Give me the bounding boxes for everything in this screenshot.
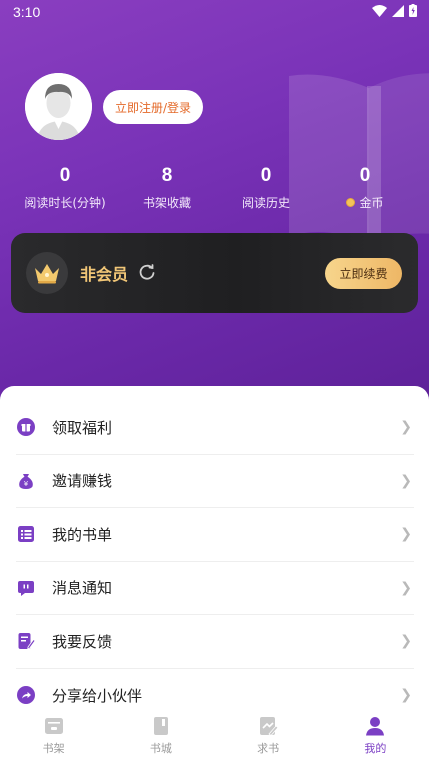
chevron-right-icon: ❯ bbox=[400, 526, 412, 543]
default-avatar-icon bbox=[25, 73, 92, 140]
tab-label: 书架 bbox=[42, 742, 65, 755]
battery-icon bbox=[409, 4, 417, 17]
menu-item-invite[interactable]: ¥ 邀请赚钱 ❯ bbox=[16, 455, 414, 508]
list-icon bbox=[16, 524, 36, 544]
crown-icon bbox=[26, 252, 68, 294]
tab-label: 我的 bbox=[364, 742, 387, 755]
signal-icon bbox=[392, 4, 404, 17]
tab-mine[interactable]: 我的 bbox=[322, 708, 429, 764]
chevron-right-icon: ❯ bbox=[400, 472, 412, 489]
menu-item-welfare[interactable]: 领取福利 ❯ bbox=[16, 401, 414, 455]
stat-reading-history[interactable]: 0 阅读历史 bbox=[211, 163, 321, 211]
book-icon bbox=[153, 717, 168, 735]
menu-label: 分享给小伙伴 bbox=[52, 686, 143, 705]
money-bag-icon: ¥ bbox=[16, 471, 36, 491]
stat-bookshelf[interactable]: 8 书架收藏 bbox=[112, 163, 222, 211]
stat-value: 0 bbox=[260, 165, 272, 186]
login-register-button[interactable]: 立即注册/登录 bbox=[103, 90, 203, 124]
coin-icon bbox=[346, 198, 356, 207]
stat-reading-time[interactable]: 0 阅读时长(分钟) bbox=[10, 163, 120, 211]
menu-item-notifications[interactable]: 消息通知 ❯ bbox=[16, 562, 414, 615]
feedback-icon bbox=[16, 631, 36, 651]
menu-item-feedback[interactable]: 我要反馈 ❯ bbox=[16, 615, 414, 669]
menu-label: 领取福利 bbox=[52, 418, 113, 437]
tab-request-book[interactable]: 求书 bbox=[215, 708, 322, 764]
stat-value: 0 bbox=[59, 165, 71, 186]
menu-label: 我要反馈 bbox=[52, 632, 113, 651]
svg-text:¥: ¥ bbox=[24, 480, 29, 488]
gift-icon bbox=[16, 417, 36, 437]
user-icon bbox=[366, 717, 385, 736]
menu-label: 消息通知 bbox=[52, 579, 113, 598]
menu-label: 邀请赚钱 bbox=[52, 472, 113, 491]
tab-bookshelf[interactable]: 书架 bbox=[0, 708, 107, 764]
tab-label: 求书 bbox=[257, 742, 280, 755]
bookshelf-icon bbox=[44, 718, 63, 734]
stat-value: 0 bbox=[359, 165, 371, 186]
bottom-tab-bar: 书架 书城 求书 我的 bbox=[0, 708, 429, 764]
chevron-right-icon: ❯ bbox=[400, 633, 412, 650]
request-book-icon bbox=[260, 717, 279, 736]
profile-header: 3:10 立即注册/登录 0 阅读时长(分钟) 8 书架收藏 0 阅读历史 0 … bbox=[0, 0, 429, 400]
renew-vip-button[interactable]: 立即续费 bbox=[325, 258, 402, 289]
vip-status-label: 非会员 bbox=[80, 265, 129, 284]
stats-row: 0 阅读时长(分钟) 8 书架收藏 0 阅读历史 0 金币 bbox=[0, 163, 429, 213]
stat-label: 阅读时长(分钟) bbox=[24, 196, 106, 210]
open-book-decoration bbox=[289, 73, 429, 242]
wifi-icon bbox=[372, 4, 387, 17]
tab-label: 书城 bbox=[149, 742, 172, 755]
stat-label: 金币 bbox=[359, 196, 384, 210]
refresh-icon[interactable] bbox=[138, 263, 156, 281]
stat-label: 书架收藏 bbox=[142, 196, 191, 210]
tab-bookstore[interactable]: 书城 bbox=[107, 708, 214, 764]
status-bar: 3:10 bbox=[0, 0, 429, 24]
stat-coins[interactable]: 0 金币 bbox=[310, 163, 420, 211]
message-icon bbox=[16, 578, 36, 598]
chevron-right-icon: ❯ bbox=[400, 579, 412, 596]
stat-value: 8 bbox=[161, 165, 173, 186]
avatar[interactable] bbox=[25, 73, 92, 140]
chevron-right-icon: ❯ bbox=[400, 687, 412, 704]
chevron-right-icon: ❯ bbox=[400, 419, 412, 436]
menu-label: 我的书单 bbox=[52, 525, 113, 544]
share-icon bbox=[16, 685, 36, 705]
menu-list: 领取福利 ❯ ¥ 邀请赚钱 ❯ 我的书单 ❯ 消息通知 ❯ 我要反馈 ❯ 分享给… bbox=[16, 401, 414, 722]
status-time: 3:10 bbox=[13, 4, 41, 20]
stat-label: 阅读历史 bbox=[241, 196, 290, 210]
vip-card[interactable]: 非会员 立即续费 bbox=[11, 233, 418, 313]
menu-item-booklist[interactable]: 我的书单 ❯ bbox=[16, 508, 414, 562]
